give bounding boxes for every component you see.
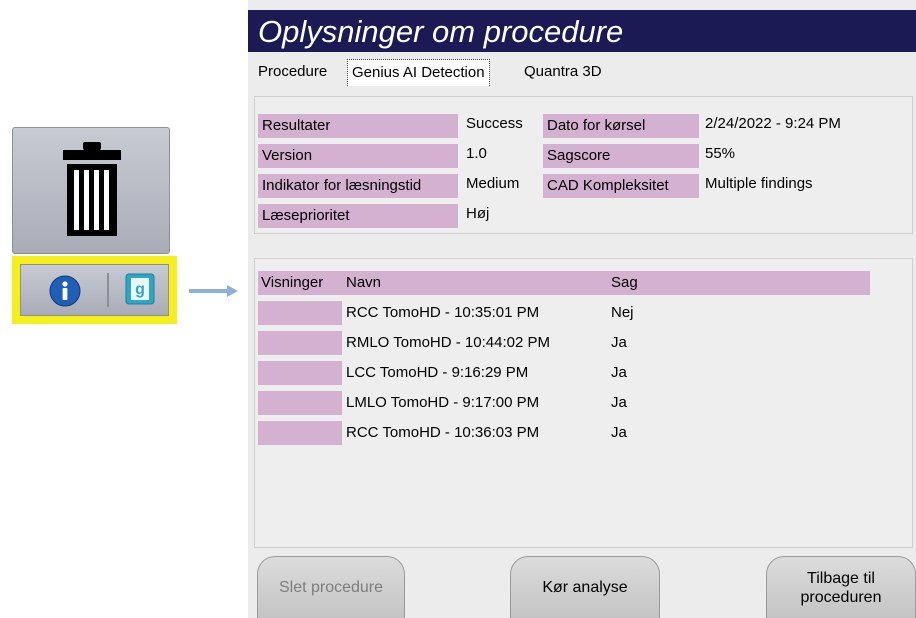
view-case: Ja xyxy=(611,424,627,441)
table-row[interactable]: LMLO TomoHD - 9:17:00 PM Ja xyxy=(258,391,858,415)
view-name: RCC TomoHD - 10:36:03 PM xyxy=(346,424,540,441)
view-thumbnail-cell xyxy=(258,361,342,385)
icon-separator xyxy=(107,273,109,307)
highlighted-icon-strip: g xyxy=(12,256,177,324)
views-panel: Visninger Navn Sag RCC TomoHD - 10:35:01… xyxy=(254,258,913,548)
tab-quantra-3d[interactable]: Quantra 3D xyxy=(520,59,606,86)
value-run-date: 2/24/2022 - 9:24 PM xyxy=(705,115,841,132)
back-to-procedure-button[interactable]: Tilbage til proceduren xyxy=(766,556,916,618)
view-case: Ja xyxy=(611,394,627,411)
value-reading-priority: Høj xyxy=(466,205,490,222)
value-reading-time-indicator: Medium xyxy=(466,175,520,192)
dialog-title: Oplysninger om procedure xyxy=(258,14,624,49)
tab-procedure[interactable]: Procedure xyxy=(254,59,331,86)
view-thumbnail-cell xyxy=(258,301,342,325)
delete-procedure-button[interactable]: Slet procedure xyxy=(257,556,405,618)
label-reading-priority: Læseprioritet xyxy=(258,204,458,228)
procedure-info-dialog: Oplysninger om procedure Procedure Geniu… xyxy=(248,0,916,618)
table-row[interactable]: RCC TomoHD - 10:35:01 PM Nej xyxy=(258,301,858,325)
label-results: Resultater xyxy=(258,114,458,138)
view-thumbnail-cell xyxy=(258,421,342,445)
value-results: Success xyxy=(466,115,523,132)
header-views: Visninger xyxy=(261,274,324,291)
icon-strip-buttons: g xyxy=(20,264,169,316)
title-bar: Oplysninger om procedure xyxy=(248,10,916,52)
view-name: LMLO TomoHD - 9:17:00 PM xyxy=(346,394,540,411)
table-row[interactable]: RCC TomoHD - 10:36:03 PM Ja xyxy=(258,421,858,445)
view-name: RMLO TomoHD - 10:44:02 PM xyxy=(346,334,550,351)
view-thumbnail-cell xyxy=(258,331,342,355)
value-cad-complexity: Multiple findings xyxy=(705,175,813,192)
views-table-header: Visninger Navn Sag xyxy=(258,271,870,295)
view-thumbnail-cell xyxy=(258,391,342,415)
header-name: Navn xyxy=(346,274,382,291)
label-run-date: Dato for kørsel xyxy=(543,114,699,138)
value-version: 1.0 xyxy=(466,145,487,162)
genius-results-panel: Resultater Success Version 1.0 Indikator… xyxy=(254,96,913,234)
arrow-right-icon xyxy=(189,285,238,297)
header-case: Sag xyxy=(611,274,638,291)
run-analysis-button[interactable]: Kør analyse xyxy=(510,556,660,618)
view-name: LCC TomoHD - 9:16:29 PM xyxy=(346,364,529,381)
value-case-score: 55% xyxy=(705,145,736,162)
view-name: RCC TomoHD - 10:35:01 PM xyxy=(346,304,540,321)
label-reading-time-indicator: Indikator for læsningstid xyxy=(258,174,458,198)
delete-procedure-icon-button[interactable] xyxy=(12,127,170,254)
view-case: Ja xyxy=(611,334,627,351)
label-version: Version xyxy=(258,144,458,168)
info-icon[interactable] xyxy=(49,275,81,307)
svg-text:g: g xyxy=(135,281,145,298)
view-case: Ja xyxy=(611,364,627,381)
genius-g-icon[interactable]: g xyxy=(125,273,155,305)
trash-icon xyxy=(63,142,121,236)
tab-genius-ai-detection[interactable]: Genius AI Detection xyxy=(347,59,490,86)
table-row[interactable]: LCC TomoHD - 9:16:29 PM Ja xyxy=(258,361,858,385)
label-cad-complexity: CAD Kompleksitet xyxy=(543,174,699,198)
view-case: Nej xyxy=(611,304,634,321)
label-case-score: Sagscore xyxy=(543,144,699,168)
table-row[interactable]: RMLO TomoHD - 10:44:02 PM Ja xyxy=(258,331,858,355)
